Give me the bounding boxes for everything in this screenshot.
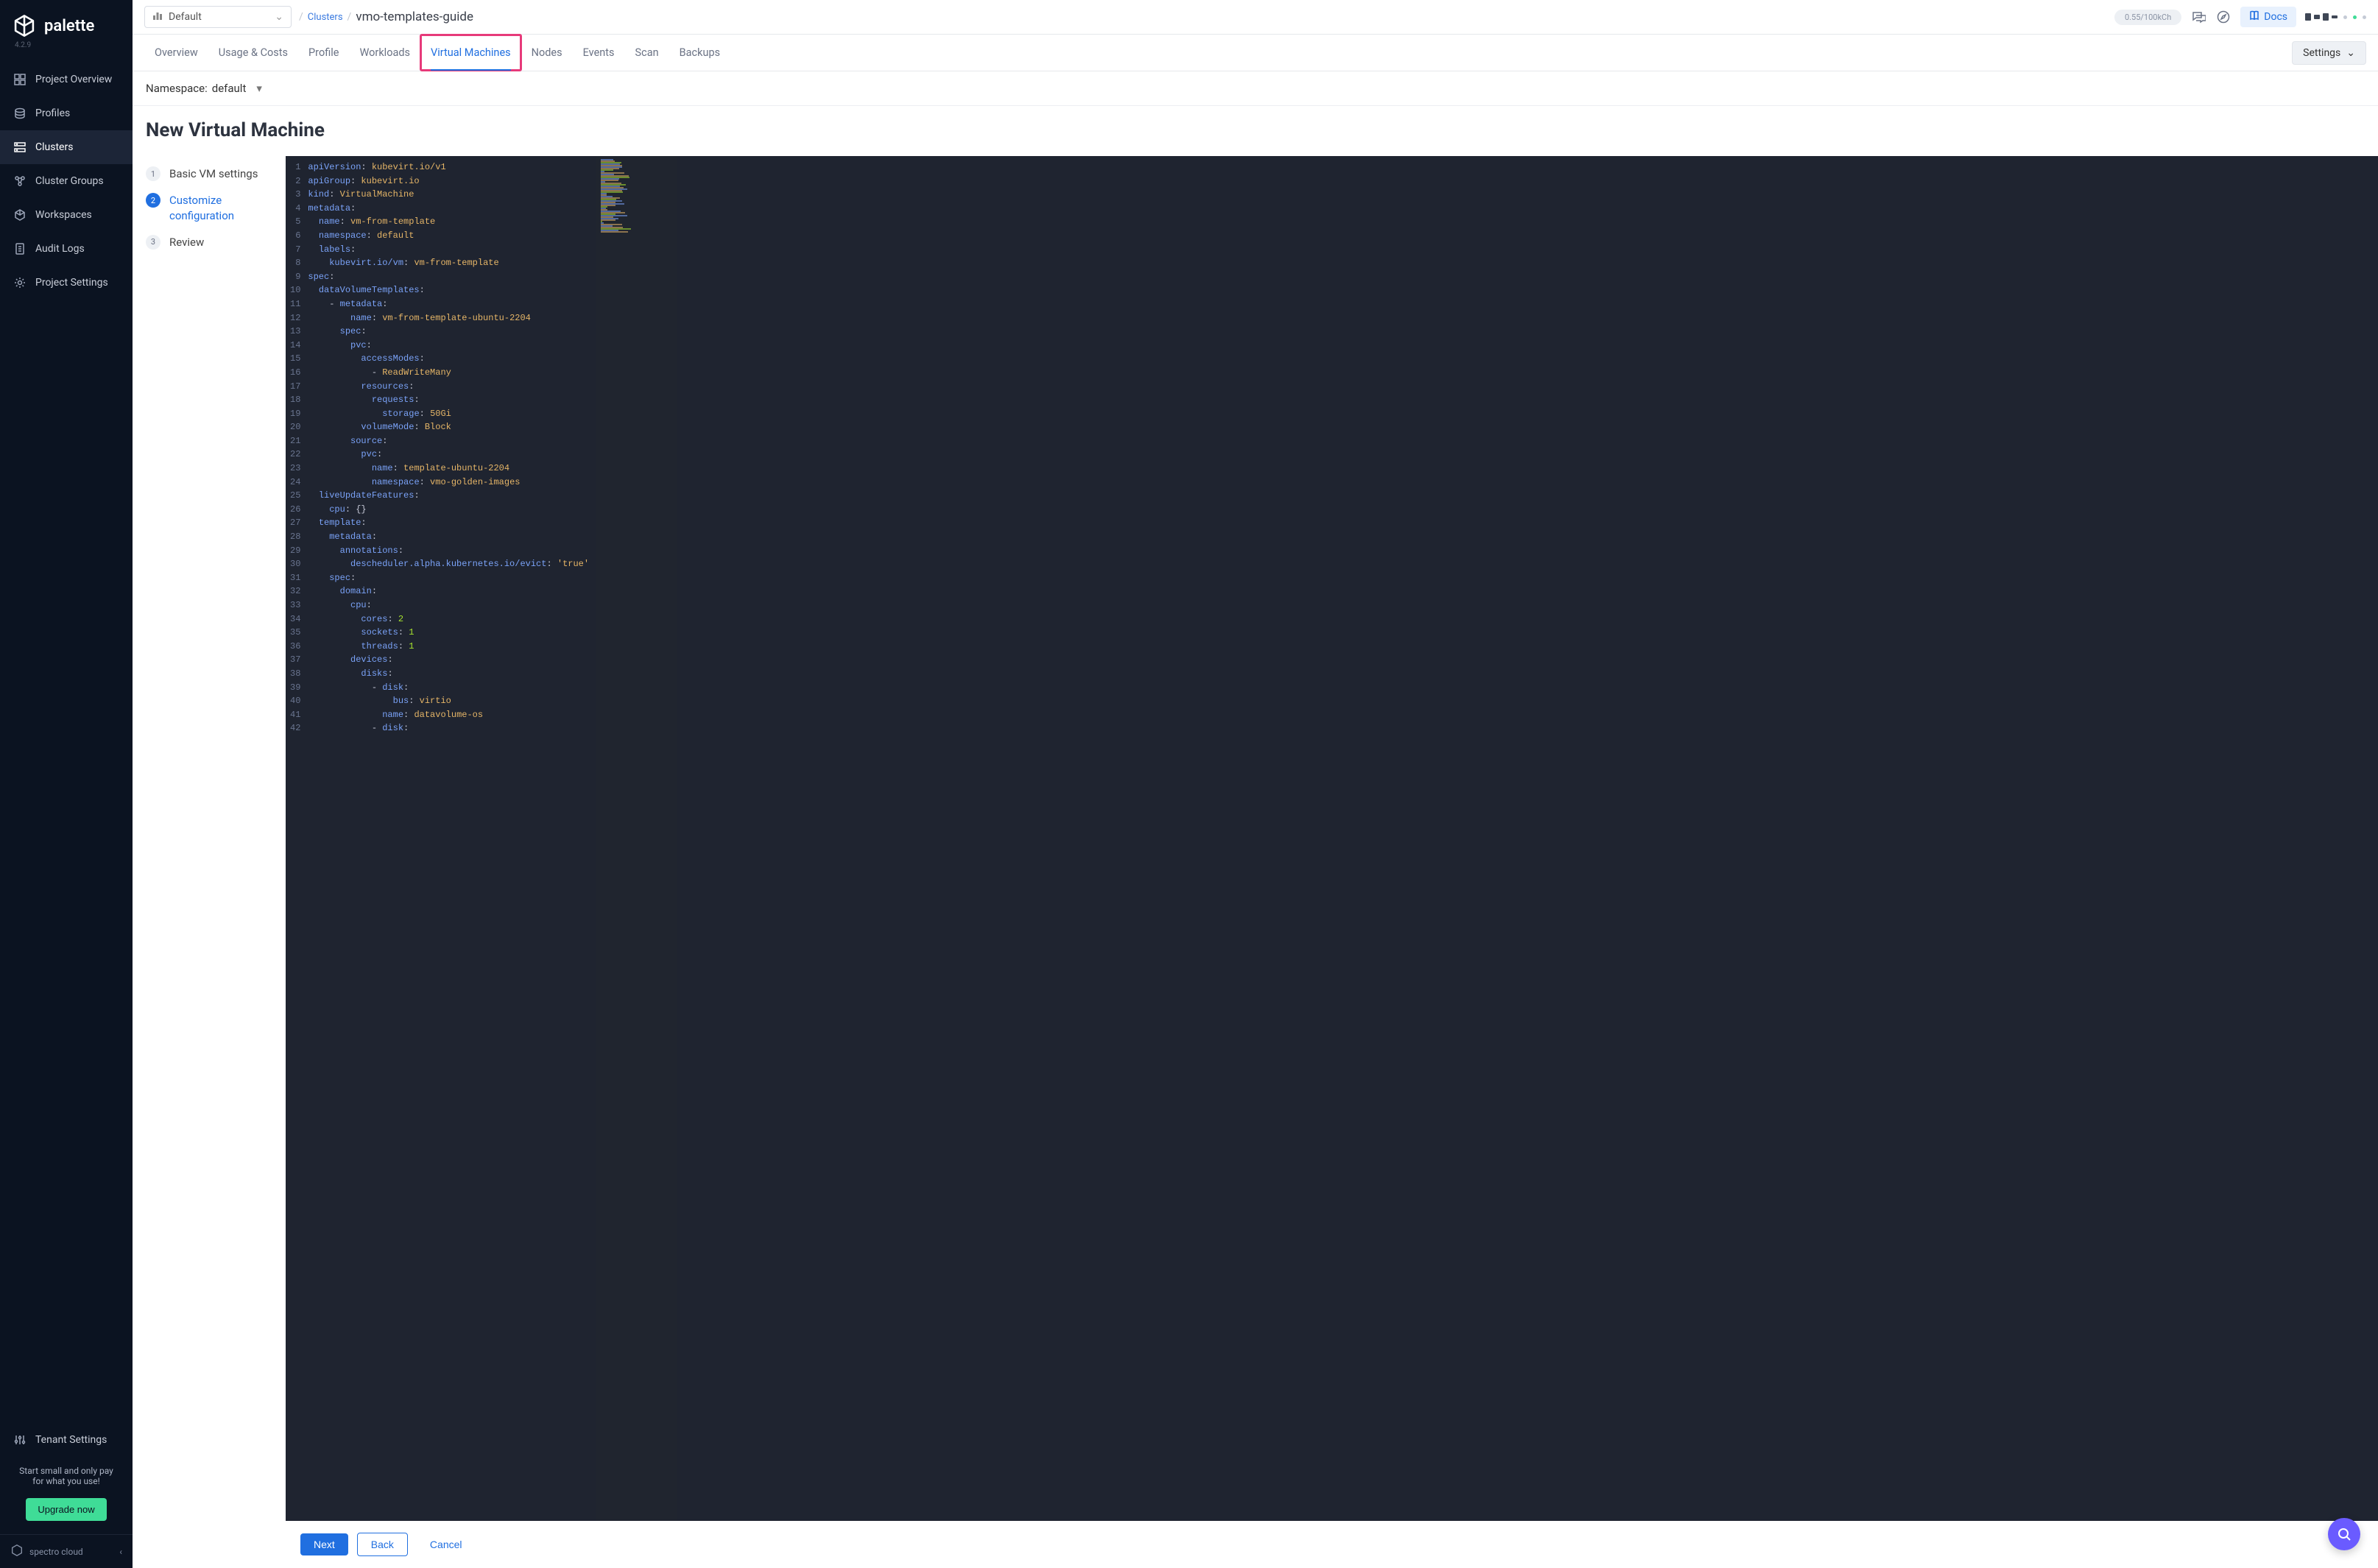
step-label: Basic VM settings (169, 166, 258, 181)
tab-overview[interactable]: Overview (144, 35, 208, 71)
clusters-icon (13, 141, 27, 154)
wizard-step-1[interactable]: 1 Basic VM settings (146, 160, 272, 187)
tab-scan[interactable]: Scan (625, 35, 669, 71)
tenant-name: Default (169, 11, 202, 23)
step-label: Customize configuration (169, 193, 272, 223)
promo-line: Start small and only pay (10, 1466, 122, 1476)
wizard-actions: Next Back Cancel (286, 1521, 2378, 1568)
sidebar-item-label: Profiles (35, 107, 70, 119)
next-button[interactable]: Next (300, 1533, 348, 1555)
upgrade-button[interactable]: Upgrade now (26, 1498, 106, 1521)
chat-icon[interactable] (2190, 9, 2206, 25)
namespace-value: default (212, 82, 247, 95)
logo: palette (0, 0, 133, 41)
sidebar-item-label: Project Overview (35, 74, 112, 85)
sidebar-item-project-settings[interactable]: Project Settings (0, 266, 133, 300)
step-label: Review (169, 235, 204, 250)
bar-chart-icon (152, 10, 163, 24)
breadcrumbs: / Clusters / vmo-templates-guide (299, 10, 473, 24)
topbar-right: 0.55/100kCh Docs (2114, 7, 2366, 27)
namespace-selector[interactable]: Namespace: default ▾ (133, 71, 2378, 106)
sidebar-item-label: Audit Logs (35, 243, 85, 255)
promo-line: for what you use! (10, 1476, 122, 1486)
wizard-steps: 1 Basic VM settings 2 Customize configurati… (133, 156, 286, 1568)
credits-pill[interactable]: 0.55/100kCh (2114, 10, 2181, 25)
promo-text: Start small and only pay for what you us… (0, 1457, 133, 1494)
step-number: 3 (146, 235, 160, 250)
sidebar-item-label: Cluster Groups (35, 175, 104, 187)
cancel-button[interactable]: Cancel (417, 1533, 476, 1555)
sliders-icon (13, 1433, 27, 1447)
profiles-icon (13, 107, 27, 120)
usage-sparkline[interactable] (2305, 13, 2366, 21)
editor-panel: 1234567891011121314151617181920212223242… (286, 156, 2378, 1568)
sidebar-item-audit-logs[interactable]: Audit Logs (0, 232, 133, 266)
content: 1 Basic VM settings 2 Customize configurati… (133, 156, 2378, 1568)
docs-button[interactable]: Docs (2240, 7, 2296, 27)
sidebar-item-label: Project Settings (35, 277, 108, 289)
cluster-groups-icon (13, 174, 27, 188)
step-number: 1 (146, 166, 160, 181)
tab-profile[interactable]: Profile (298, 35, 349, 71)
back-button[interactable]: Back (357, 1533, 408, 1556)
primary-nav: Project Overview Profiles Clusters Clust… (0, 63, 133, 1423)
sidebar-item-clusters[interactable]: Clusters (0, 130, 133, 164)
tab-workloads[interactable]: Workloads (349, 35, 420, 71)
yaml-editor[interactable]: 1234567891011121314151617181920212223242… (286, 156, 2378, 1521)
tenant-select[interactable]: Default ⌄ (144, 6, 292, 28)
tab-events[interactable]: Events (573, 35, 625, 71)
editor-minimap[interactable] (596, 156, 677, 1521)
topbar: Default ⌄ / Clusters / vmo-templates-gui… (133, 0, 2378, 35)
logo-text: palette (44, 17, 94, 35)
breadcrumb-current: vmo-templates-guide (356, 10, 473, 24)
book-icon (2249, 10, 2259, 24)
tab-usage-costs[interactable]: Usage & Costs (208, 35, 298, 71)
sidebar-item-project-overview[interactable]: Project Overview (0, 63, 133, 96)
version-label: 4.2.9 (0, 41, 133, 63)
step-number: 2 (146, 193, 160, 208)
settings-button[interactable]: Settings ⌄ (2292, 41, 2366, 65)
spectro-icon (10, 1544, 24, 1559)
tab-virtual-machines[interactable]: Virtual Machines (420, 35, 521, 71)
editor-code[interactable]: apiVersion: kubevirt.io/v1apiGroup: kube… (308, 156, 596, 1521)
wizard-step-2[interactable]: 2 Customize configuration (146, 187, 272, 229)
gear-icon (13, 276, 27, 289)
wizard-step-3[interactable]: 3 Review (146, 229, 272, 255)
tab-backups[interactable]: Backups (669, 35, 730, 71)
settings-label: Settings (2303, 47, 2340, 59)
chevron-down-icon: ⌄ (2346, 47, 2355, 59)
sidebar-item-tenant-settings[interactable]: Tenant Settings (0, 1423, 133, 1457)
tabs: OverviewUsage & CostsProfileWorkloadsVir… (133, 35, 2378, 71)
docs-label: Docs (2264, 11, 2287, 23)
footer-brand-label: spectro cloud (29, 1547, 83, 1557)
sidebar-item-workspaces[interactable]: Workspaces (0, 198, 133, 232)
breadcrumb-sep: / (299, 11, 303, 23)
tab-nodes[interactable]: Nodes (521, 35, 573, 71)
main: Default ⌄ / Clusters / vmo-templates-gui… (133, 0, 2378, 1568)
logo-icon (12, 13, 37, 38)
sidebar-item-label: Clusters (35, 141, 73, 153)
audit-logs-icon (13, 242, 27, 255)
chevron-left-icon: ‹ (119, 1547, 122, 1557)
namespace-label: Namespace: (146, 82, 208, 95)
sidebar-item-label: Workspaces (35, 209, 92, 221)
editor-gutter: 1234567891011121314151617181920212223242… (286, 156, 308, 1521)
footer-brand[interactable]: spectro cloud ‹ (0, 1534, 133, 1568)
help-fab[interactable] (2328, 1518, 2360, 1550)
sidebar: palette 4.2.9 Project Overview Profiles … (0, 0, 133, 1568)
breadcrumb-parent[interactable]: Clusters (308, 12, 343, 23)
sidebar-item-profiles[interactable]: Profiles (0, 96, 133, 130)
sidebar-item-label: Tenant Settings (35, 1434, 107, 1446)
chevron-down-icon: ⌄ (275, 11, 283, 23)
workspaces-icon (13, 208, 27, 222)
chevron-down-icon: ▾ (256, 82, 262, 95)
compass-icon[interactable] (2215, 9, 2231, 25)
sidebar-bottom: Tenant Settings Start small and only pay… (0, 1423, 133, 1568)
overview-icon (13, 73, 27, 86)
breadcrumb-sep: / (347, 11, 352, 23)
sidebar-item-cluster-groups[interactable]: Cluster Groups (0, 164, 133, 198)
page-title: New Virtual Machine (133, 106, 2378, 156)
